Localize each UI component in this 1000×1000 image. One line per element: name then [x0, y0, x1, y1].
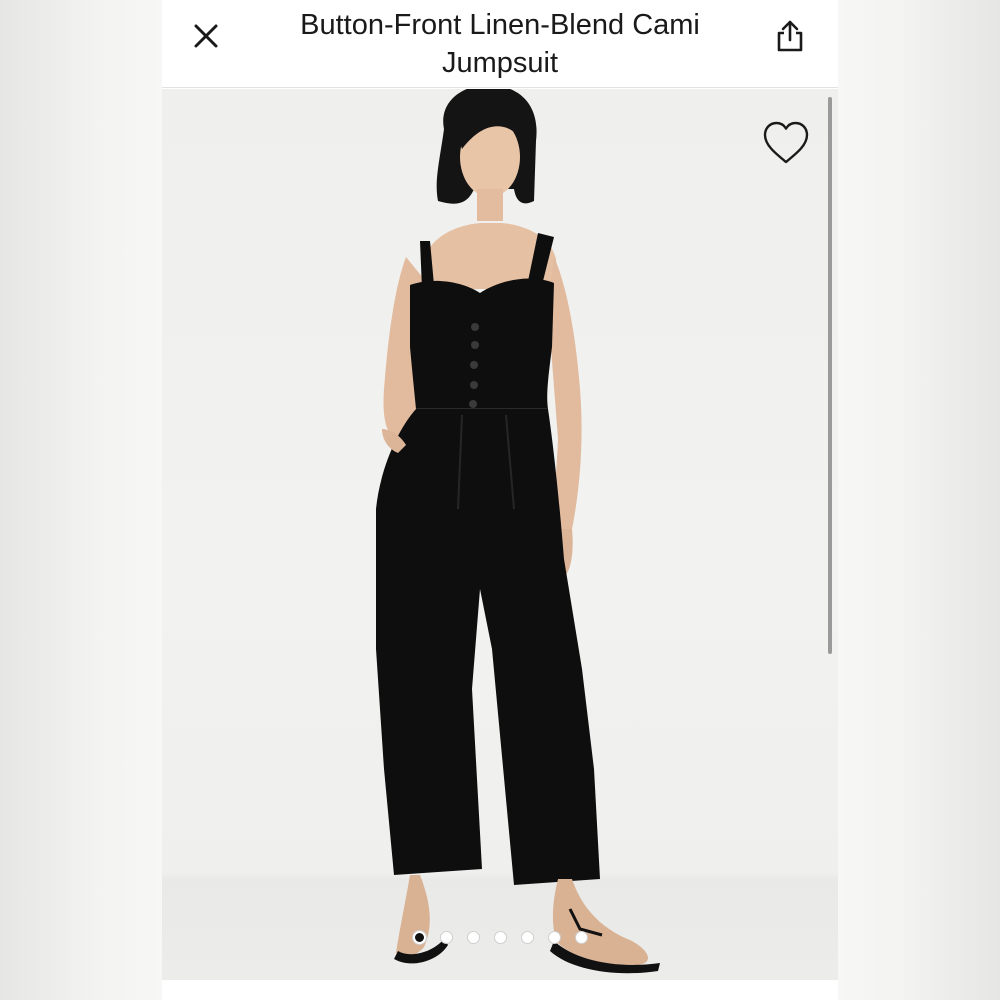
pagination-dot-1[interactable]: [412, 931, 426, 944]
product-image[interactable]: [162, 89, 838, 980]
left-margin: [0, 0, 162, 1000]
pagination-dot-3[interactable]: [466, 931, 480, 944]
header-bar: Button-Front Linen-Blend Cami Jumpsuit: [162, 0, 838, 88]
vertical-scrollbar[interactable]: [828, 97, 832, 654]
model-figure: [376, 89, 660, 974]
pagination-dot-5[interactable]: [520, 931, 534, 944]
close-button[interactable]: [186, 18, 226, 54]
image-pagination-dots: [162, 931, 838, 944]
close-icon: [194, 24, 218, 48]
heart-outline-icon: [763, 121, 809, 164]
favorite-button[interactable]: [760, 119, 812, 167]
product-title: Button-Front Linen-Blend Cami Jumpsuit: [300, 9, 700, 79]
share-icon: [777, 20, 803, 52]
product-detail-screen: Button-Front Linen-Blend Cami Jumpsuit: [162, 0, 838, 1000]
bottom-strip: [162, 980, 838, 1000]
right-margin: [838, 0, 1000, 1000]
pagination-dot-2[interactable]: [439, 931, 453, 944]
pagination-dot-4[interactable]: [493, 931, 507, 944]
screenshot-frame: Button-Front Linen-Blend Cami Jumpsuit: [0, 0, 1000, 1000]
pagination-dot-7[interactable]: [574, 931, 588, 944]
share-button[interactable]: [770, 16, 810, 56]
pagination-dot-6[interactable]: [547, 931, 561, 944]
